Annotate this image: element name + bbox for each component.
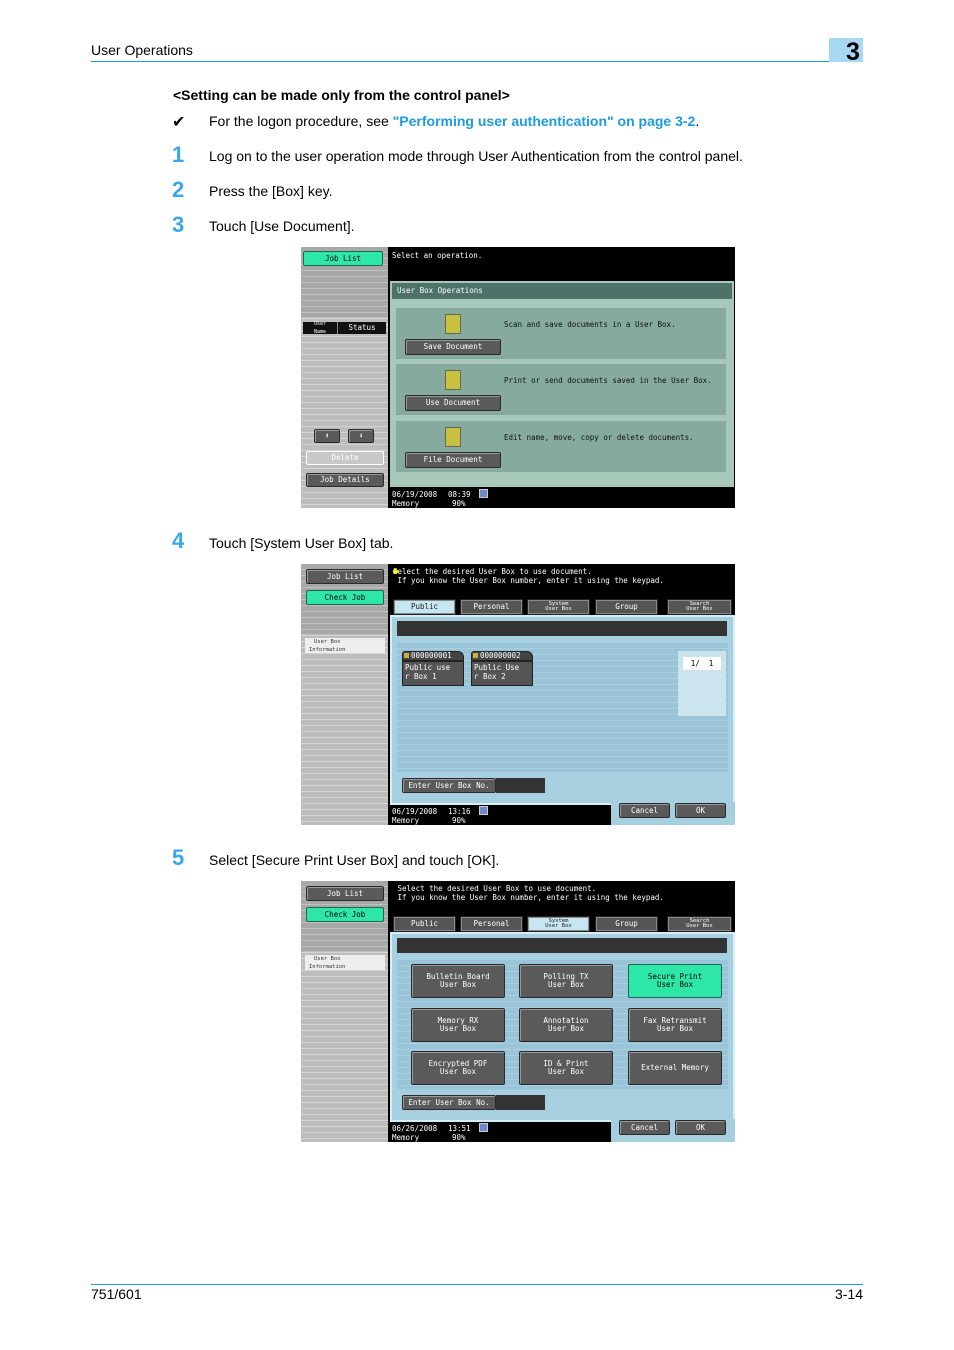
step-text: Touch [System User Box] tab. — [209, 535, 394, 551]
step-number: 1 — [172, 142, 185, 167]
job-details-button[interactable]: Job Details — [306, 473, 384, 487]
user-box[interactable]: Public use r Box 1 — [402, 661, 464, 686]
status-icon — [479, 806, 488, 815]
screenshot-user-box-operations: Job List User Name Status ⬆ ⬇ Delete Job Detai… — [301, 247, 735, 508]
memory-label: Memory — [392, 1133, 420, 1142]
check-job-button[interactable]: Check Job — [306, 590, 384, 605]
panel-title-text: User Box Operations — [397, 286, 483, 295]
screenshot-system-user-box-tab: Job List Check Job User Box Information Se… — [301, 881, 735, 1142]
step-text: Select [Secure Print User Box] and touch… — [209, 852, 500, 868]
check-job-button[interactable]: Check Job — [306, 907, 384, 922]
screenshot-public-tab: Job List Check Job User Box Information Sel… — [301, 564, 735, 825]
system-box-button[interactable]: Polling TX User Box — [519, 964, 613, 998]
tab-system-user-box[interactable]: System User Box — [527, 916, 590, 932]
step-text: Press the [Box] key. — [209, 183, 333, 199]
operation-button[interactable]: Save Document — [405, 339, 501, 355]
user-box-no-field[interactable] — [496, 1095, 545, 1110]
tab-search-user-box[interactable]: Search User Box — [667, 916, 732, 932]
tab-public[interactable]: Public — [393, 599, 456, 615]
scroll-down-button[interactable]: ⬇ — [348, 429, 374, 443]
header-divider — [91, 61, 863, 62]
memory-label: Memory — [392, 816, 420, 825]
status-icon — [479, 1123, 488, 1132]
memory-value: 90% — [452, 1133, 466, 1142]
footer-divider — [91, 1284, 863, 1285]
box-name-bar — [397, 938, 727, 953]
tab-search-user-box[interactable]: Search User Box — [667, 599, 732, 615]
cancel-button[interactable]: Cancel — [619, 803, 670, 818]
operation-icon — [445, 314, 461, 334]
enter-user-box-no-button[interactable]: Enter User Box No. — [402, 778, 496, 793]
enter-user-box-no-button[interactable]: Enter User Box No. — [402, 1095, 496, 1110]
user-box-number[interactable]: 000000001 — [402, 651, 464, 661]
system-box-button[interactable]: Memory RX User Box — [411, 1008, 505, 1042]
user-box-info-button[interactable]: User Box Information — [305, 955, 385, 970]
box-name-bar — [397, 621, 727, 636]
system-box-button[interactable]: Secure Print User Box — [628, 964, 722, 998]
system-box-button[interactable]: Annotation User Box — [519, 1008, 613, 1042]
note-suffix: . — [695, 113, 700, 129]
col-status: Status — [337, 322, 386, 334]
memory-label: Memory — [392, 499, 420, 508]
scroll-up-button[interactable]: ⬆ — [314, 429, 340, 443]
system-box-button[interactable]: Encrypted PDF User Box — [411, 1051, 505, 1085]
operation-description: Print or send documents saved in the Use… — [504, 376, 712, 385]
section-title: User Operations — [91, 42, 193, 58]
job-list-button[interactable]: Job List — [306, 569, 384, 584]
memory-value: 90% — [452, 816, 466, 825]
ok-button[interactable]: OK — [675, 803, 726, 818]
step-number: 5 — [172, 845, 185, 870]
message: Select the desired User Box to use docum… — [393, 567, 664, 585]
col-user-name: User Name — [303, 321, 337, 335]
operation-button[interactable]: Use Document — [405, 395, 501, 411]
system-box-button[interactable]: External Memory — [628, 1051, 722, 1085]
job-list-button[interactable]: Job List — [303, 251, 383, 266]
operation-button[interactable]: File Document — [405, 452, 501, 468]
system-box-button[interactable]: Fax Retransmit User Box — [628, 1008, 722, 1042]
step-number: 4 — [172, 528, 185, 553]
lock-icon — [404, 653, 409, 658]
system-box-button[interactable]: ID & Print User Box — [519, 1051, 613, 1085]
job-list-button[interactable]: Job List — [306, 886, 384, 901]
cancel-button[interactable]: Cancel — [619, 1120, 670, 1135]
lock-icon — [473, 653, 478, 658]
tab-system-user-box[interactable]: System User Box — [527, 599, 590, 615]
footer-model: 751/601 — [91, 1286, 142, 1302]
operation-description: Edit name, move, copy or delete document… — [504, 433, 694, 442]
step-text: Touch [Use Document]. — [209, 218, 355, 234]
user-box-info-button[interactable]: User Box Information — [305, 638, 385, 653]
operation-description: Scan and save documents in a User Box. — [504, 320, 676, 329]
auth-link[interactable]: "Performing user authentication" on page… — [393, 113, 696, 129]
user-box[interactable]: Public Use r Box 2 — [471, 661, 533, 686]
page-indicator: 1/ 1 — [683, 657, 721, 670]
tab-personal[interactable]: Personal — [460, 916, 523, 932]
operation-icon — [445, 427, 461, 447]
step-text: Log on to the user operation mode throug… — [209, 148, 743, 164]
note: For the logon procedure, see "Performing… — [209, 113, 699, 129]
ok-button[interactable]: OK — [675, 1120, 726, 1135]
subheading: <Setting can be made only from the contr… — [173, 87, 510, 103]
tab-group[interactable]: Group — [595, 916, 658, 932]
operation-icon — [445, 370, 461, 390]
note-text: For the logon procedure, see — [209, 113, 393, 129]
message: Select an operation. — [392, 251, 483, 260]
user-box-number[interactable]: 000000002 — [471, 651, 533, 661]
step-number: 3 — [172, 212, 185, 237]
footer-page: 3-14 — [834, 1286, 863, 1302]
tab-personal[interactable]: Personal — [460, 599, 523, 615]
memory-value: 90% — [452, 499, 466, 508]
status-icon — [479, 489, 488, 498]
system-box-button[interactable]: Bulletin Board User Box — [411, 964, 505, 998]
checkmark-icon: ✔ — [172, 114, 186, 131]
message: Select the desired User Box to use docum… — [397, 884, 664, 902]
chapter-number: 3 — [846, 38, 860, 66]
delete-button[interactable]: Delete — [306, 451, 384, 465]
step-number: 2 — [172, 177, 185, 202]
user-box-no-field[interactable] — [496, 778, 545, 793]
tab-group[interactable]: Group — [595, 599, 658, 615]
manual-page: User Operations 3 <Setting can be made o… — [0, 0, 954, 1350]
tab-public[interactable]: Public — [393, 916, 456, 932]
lightbulb-icon — [393, 569, 398, 574]
